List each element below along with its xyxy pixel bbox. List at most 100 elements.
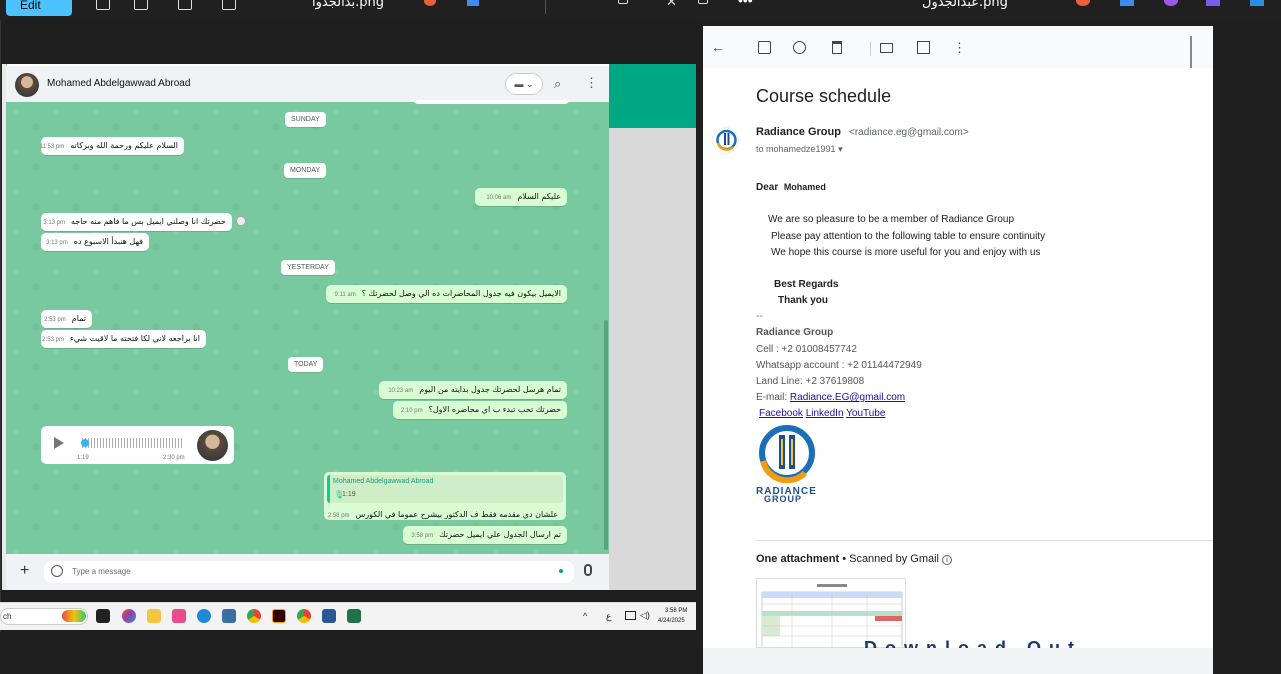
divider (545, 0, 546, 14)
greeting-name: Mohamed (783, 182, 826, 192)
sender-name[interactable]: Radiance Group (756, 126, 841, 138)
message-time: 10:23 am (388, 388, 414, 394)
attach-plus-icon[interactable]: + (20, 562, 29, 580)
mic-icon[interactable] (584, 564, 592, 576)
linkedin-link[interactable]: LinkedIn (806, 408, 844, 419)
greeting-word: Dear (756, 182, 779, 193)
thanks: Thank you (778, 295, 829, 306)
maximize-icon[interactable] (618, 0, 628, 4)
app-icon[interactable] (1120, 0, 1134, 6)
excel-icon[interactable] (347, 609, 361, 623)
app-icon[interactable] (1206, 0, 1220, 6)
message-text: تم ارسال الجدول علي ايميل حضرتك (439, 530, 561, 539)
clock-date[interactable]: 4/24/2025 (658, 618, 685, 624)
copilot-icon[interactable] (122, 609, 136, 623)
message-time: 11:53 pm (39, 144, 65, 150)
chrome-icon[interactable] (247, 609, 261, 623)
whatsapp-green-strip (609, 64, 696, 128)
share-icon[interactable] (222, 0, 236, 10)
back-arrow-icon[interactable]: ← (711, 39, 725, 55)
word-icon[interactable] (322, 609, 336, 623)
sender-avatar (712, 127, 739, 154)
report-spam-icon[interactable] (793, 41, 806, 54)
search-icon[interactable]: ⌕ (554, 76, 561, 92)
signature-landline: Land Line: +2 37619808 (756, 376, 865, 387)
message-bubble[interactable]: فهل هنبدأ الاسبوع ده 3:13 pm (41, 233, 149, 251)
copy-icon[interactable] (178, 0, 192, 10)
taskbar-search-text: ch (3, 612, 12, 621)
voice-duration: 1:19 (77, 455, 89, 461)
youtube-link[interactable]: YouTube (846, 408, 885, 419)
archive-icon[interactable] (758, 41, 771, 54)
volume-icon[interactable]: ◁) (640, 610, 650, 621)
widget-icon[interactable] (62, 610, 86, 622)
email-bottom-bar (703, 648, 1213, 674)
day-separator: YESTERDAY (281, 260, 335, 275)
notepad-icon[interactable] (222, 609, 236, 623)
edit-button[interactable]: Edit (6, 0, 72, 16)
attachment-header: One attachment • Scanned by Gmail i (756, 553, 953, 565)
app-icon[interactable] (467, 0, 479, 6)
emoji-icon[interactable] (51, 565, 63, 577)
network-icon[interactable] (625, 611, 636, 620)
recipient: to mohamedze1991 (756, 144, 836, 154)
window-title-left: بدالجدوا.png (312, 0, 385, 10)
message-bubble[interactable]: الايميل بيكون فيه جدول المحاضرات ده الي … (326, 285, 567, 303)
message-bubble[interactable]: انا براجعه لاني لكا فتحته ما لاقيت شيء 2:… (41, 330, 206, 348)
message-bubble[interactable]: تمام 2:53 pm (41, 310, 92, 328)
open-external-icon[interactable] (698, 0, 708, 4)
edit-label: Edit (20, 0, 41, 12)
day-separator: MONDAY (284, 163, 327, 178)
window-title-right: عبدالجدول.png (922, 0, 1008, 10)
play-icon[interactable] (54, 437, 64, 449)
illustrator-icon[interactable] (272, 609, 286, 623)
delete-icon[interactable] (832, 41, 842, 54)
chat-scrollbar[interactable] (604, 320, 608, 550)
task-view-icon[interactable] (96, 609, 110, 623)
avatar[interactable] (15, 73, 39, 97)
crop-icon[interactable] (134, 0, 148, 10)
message-text: الايميل بيكون فيه جدول المحاضرات ده الي … (361, 289, 561, 298)
chevron-down-icon[interactable]: ▾ (838, 144, 843, 154)
menu-icon[interactable]: ⋮ (585, 75, 598, 91)
signature-email: E-mail: Radiance.EG@gmail.com (756, 392, 905, 403)
message-text: عليكم السلام (517, 192, 561, 201)
status-dot (559, 569, 563, 573)
more-icon[interactable]: ••• (738, 0, 753, 8)
greeting: Dear Mohamed (756, 182, 826, 193)
message-bubble[interactable]: تمام هرسل لحضرتك جدول بدايته من اليوم 10:… (379, 381, 567, 399)
clock-time[interactable]: 3:58 PM (665, 608, 687, 614)
chevron-up-icon[interactable]: ^ (583, 611, 587, 621)
message-text: حضرتك تحب تبدء ب اي محاضره الاول؟ (428, 405, 561, 414)
app-icon[interactable] (1250, 0, 1264, 6)
close-icon[interactable]: ✕ (666, 0, 677, 10)
language-indicator[interactable]: ع (606, 611, 611, 622)
mark-unread-icon[interactable] (880, 43, 893, 53)
emoji-react-icon[interactable] (236, 216, 246, 226)
message-text: علشان دي مقدمه فقط ف الدكتور بيشرح عموما… (355, 510, 558, 519)
more-options-icon[interactable]: ⋮ (953, 40, 966, 56)
recipient-line[interactable]: to mohamedze1991 ▾ (756, 144, 843, 155)
body-line: We hope this course is more useful for y… (771, 247, 1041, 258)
message-bubble[interactable]: السلام عليكم ورحمة الله وبركاته 11:53 pm (39, 137, 184, 155)
message-bubble[interactable]: حضرتك تحب تبدء ب اي محاضره الاول؟ 2:10 pm (393, 401, 567, 419)
message-bubble[interactable]: عليكم السلام 10:06 am (475, 188, 567, 206)
edge-icon[interactable] (197, 609, 211, 623)
app-icon[interactable] (172, 609, 186, 623)
video-call-button[interactable]: ▬ ⌄ (505, 73, 543, 95)
chrome-icon[interactable] (297, 609, 311, 623)
waveform[interactable] (82, 438, 182, 448)
playhead[interactable] (81, 439, 89, 447)
message-bubble[interactable]: حضرتك انا وصلني ايميل بس ما فاهم منه حاج… (41, 213, 232, 231)
draw-icon[interactable] (96, 0, 110, 10)
move-to-icon[interactable] (917, 41, 930, 54)
contact-name[interactable]: Mohamed Abdelgawwad Abroad (47, 78, 190, 89)
message-time: 2:10 pm (400, 408, 423, 414)
message-bubble[interactable]: تم ارسال الجدول علي ايميل حضرتك 3:58 pm (403, 526, 567, 544)
message-time: 10:06 am (486, 195, 512, 201)
file-explorer-icon[interactable] (147, 609, 161, 623)
facebook-link[interactable]: Facebook (759, 408, 803, 419)
info-icon[interactable]: i (942, 555, 953, 565)
scrollbar[interactable] (1190, 36, 1192, 68)
email-link[interactable]: Radiance.EG@gmail.com (790, 392, 905, 403)
